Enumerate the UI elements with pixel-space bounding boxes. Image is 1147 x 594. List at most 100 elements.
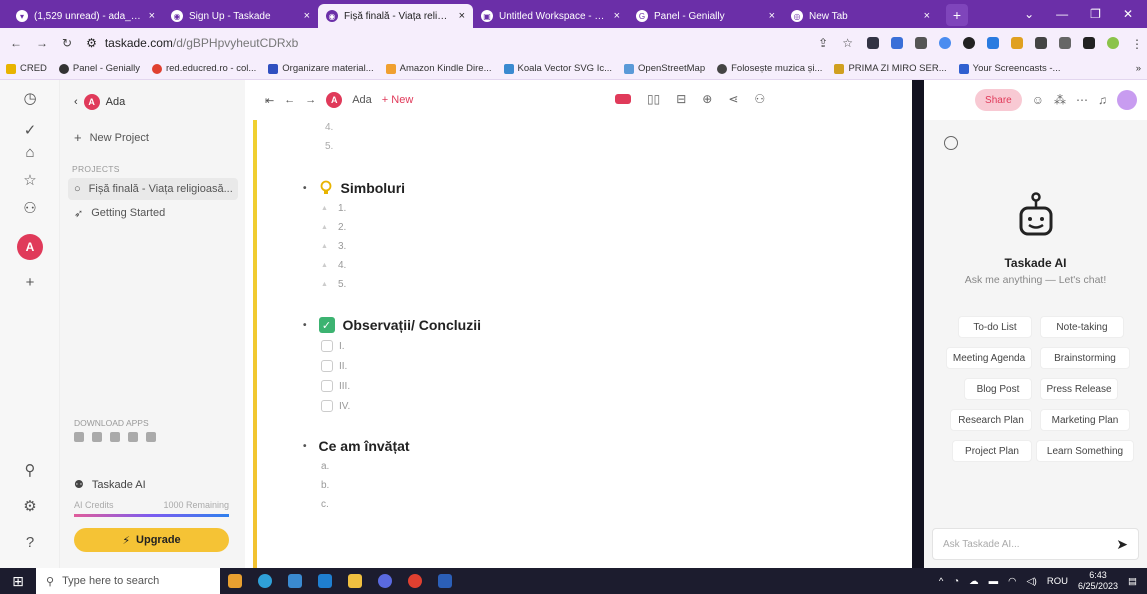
share-page-icon[interactable]: ⇪: [818, 36, 828, 50]
new-project-button[interactable]: + New Project: [74, 130, 149, 145]
suggestion-chip[interactable]: Learn Something: [1036, 440, 1134, 462]
apple-icon[interactable]: [74, 432, 84, 442]
flow-view-icon[interactable]: ⚇: [754, 92, 765, 106]
language-indicator[interactable]: ROU: [1047, 576, 1068, 587]
members-icon[interactable]: ⁂: [1054, 93, 1066, 107]
browser-tab[interactable]: G Panel - Genially ×: [628, 4, 783, 28]
profile-icon[interactable]: [1107, 37, 1119, 49]
bookmark-item[interactable]: Organizare material...: [268, 63, 374, 74]
sidebar-item-project[interactable]: ➶ Getting Started: [68, 202, 238, 224]
edge-icon[interactable]: [250, 568, 280, 594]
breadcrumb[interactable]: Ada: [352, 94, 372, 106]
suggestion-chip[interactable]: Project Plan: [952, 440, 1032, 462]
wifi-icon[interactable]: ◠: [1008, 576, 1016, 587]
explorer-icon[interactable]: [340, 568, 370, 594]
list-item[interactable]: ▲ 2.: [321, 222, 346, 233]
section-heading[interactable]: • Ce am învățat: [303, 438, 410, 454]
suggestion-chip[interactable]: Brainstorming: [1040, 347, 1130, 369]
sidebar-item-project[interactable]: ○ Fișă finală - Viața religioasă...: [68, 178, 238, 200]
people-icon[interactable]: ⚇: [20, 198, 40, 218]
bookmark-item[interactable]: Koala Vector SVG Ic...: [503, 63, 612, 74]
close-tab-icon[interactable]: ×: [459, 10, 465, 22]
list-item[interactable]: ▲ 1.: [321, 203, 346, 214]
extension-icon[interactable]: [939, 37, 951, 49]
share-button[interactable]: Share: [975, 89, 1022, 111]
extension-icon[interactable]: [1011, 37, 1023, 49]
tab-search-icon[interactable]: ⌄: [1024, 7, 1034, 21]
close-tab-icon[interactable]: ×: [614, 10, 620, 22]
bookmark-item[interactable]: CRED: [6, 63, 47, 74]
list-item[interactable]: b.: [321, 480, 329, 491]
word-icon[interactable]: [430, 568, 460, 594]
checklist-item[interactable]: III.: [321, 380, 350, 392]
check-circle-icon[interactable]: ✓: [20, 120, 40, 140]
volume-icon[interactable]: ◁): [1026, 576, 1036, 587]
chrome-icon[interactable]: [400, 568, 430, 594]
chevron-up-icon[interactable]: ^: [939, 576, 943, 587]
windows-start-icon[interactable]: ⊞: [0, 573, 36, 590]
suggestion-chip[interactable]: Press Release: [1040, 378, 1118, 400]
back-icon[interactable]: ←: [10, 36, 22, 50]
taskade-ai-link[interactable]: ⚉ Taskade AI: [74, 478, 146, 492]
upgrade-button[interactable]: ⚡ Upgrade: [74, 528, 229, 552]
list-item[interactable]: ▲ 3.: [321, 241, 346, 252]
clock-icon[interactable]: ◷: [20, 88, 40, 108]
add-workspace-icon[interactable]: +: [20, 272, 40, 292]
table-view-icon[interactable]: ⊟: [676, 92, 686, 106]
list-view-icon[interactable]: [615, 94, 631, 104]
more-bookmarks-icon[interactable]: »: [1136, 63, 1141, 74]
extension-icon[interactable]: [1083, 37, 1095, 49]
clock[interactable]: 6:43 6/25/2023: [1078, 570, 1118, 592]
list-item[interactable]: c.: [321, 499, 329, 510]
list-item[interactable]: ▲ 5.: [321, 279, 346, 290]
search-icon[interactable]: ⚲: [20, 460, 40, 480]
ai-icon[interactable]: ☺: [1032, 93, 1044, 107]
checkbox[interactable]: [321, 340, 333, 352]
extension-icon[interactable]: [1035, 37, 1047, 49]
extension-icon[interactable]: [1059, 37, 1071, 49]
forward-icon[interactable]: →: [36, 36, 48, 50]
windows-icon[interactable]: [110, 432, 120, 442]
browser-tab-active[interactable]: ◉Fișă finală - Viața religioasă×: [318, 4, 473, 28]
bookmark-item[interactable]: Folosește muzica și...: [717, 63, 822, 74]
battery-icon[interactable]: ▬: [989, 576, 999, 587]
extension-icon[interactable]: [867, 37, 879, 49]
chat-bubble-icon[interactable]: [944, 136, 958, 150]
bookmark-item[interactable]: red.educred.ro - col...: [151, 63, 256, 74]
list-item[interactable]: a.: [321, 461, 329, 472]
suggestion-chip[interactable]: Marketing Plan: [1040, 409, 1130, 431]
checkbox[interactable]: [321, 400, 333, 412]
gear-icon[interactable]: ⚙: [20, 496, 40, 516]
list-item[interactable]: ▲ 4.: [321, 260, 346, 271]
section-heading[interactable]: • ✓ Observații/ Concluzii: [303, 317, 481, 333]
bell-icon[interactable]: ♫: [1098, 93, 1107, 107]
new-tab-button[interactable]: +: [946, 4, 968, 26]
star-icon[interactable]: ☆: [20, 170, 40, 190]
bullet-icon[interactable]: •: [303, 183, 307, 194]
task-view-icon[interactable]: [220, 568, 250, 594]
reload-icon[interactable]: ↻: [62, 36, 72, 50]
chevron-left-icon[interactable]: ‹: [74, 96, 78, 108]
board-view-icon[interactable]: ▯▯: [647, 92, 660, 106]
checkbox[interactable]: [321, 380, 333, 392]
bookmark-item[interactable]: OpenStreetMap: [624, 63, 705, 74]
app-icon[interactable]: [370, 568, 400, 594]
bookmark-item[interactable]: Your Screencasts -...: [958, 63, 1060, 74]
bullet-icon[interactable]: •: [303, 320, 307, 331]
ai-chat-input[interactable]: Ask Taskade AI... ➤: [932, 528, 1139, 560]
taskbar-search[interactable]: ⚲ Type here to search: [36, 568, 220, 594]
url-field[interactable]: ⚙ taskade.com/d/gBPHpvyheutCDRxb: [86, 32, 804, 54]
bookmark-item[interactable]: Panel - Genially: [58, 63, 140, 74]
extension-icon[interactable]: [963, 37, 975, 49]
send-icon[interactable]: ➤: [1116, 536, 1128, 553]
checkbox[interactable]: [321, 360, 333, 372]
extension-icon[interactable]: [915, 37, 927, 49]
close-tab-icon[interactable]: ×: [149, 10, 155, 22]
close-window-icon[interactable]: ✕: [1123, 7, 1133, 21]
extension-icon[interactable]: [987, 37, 999, 49]
network-icon[interactable]: ◔: [953, 576, 959, 587]
desktop-icon[interactable]: [146, 432, 156, 442]
site-info-icon[interactable]: ⚙: [86, 36, 97, 50]
workspace-switcher[interactable]: ‹ A Ada: [74, 94, 125, 110]
android-icon[interactable]: [128, 432, 138, 442]
